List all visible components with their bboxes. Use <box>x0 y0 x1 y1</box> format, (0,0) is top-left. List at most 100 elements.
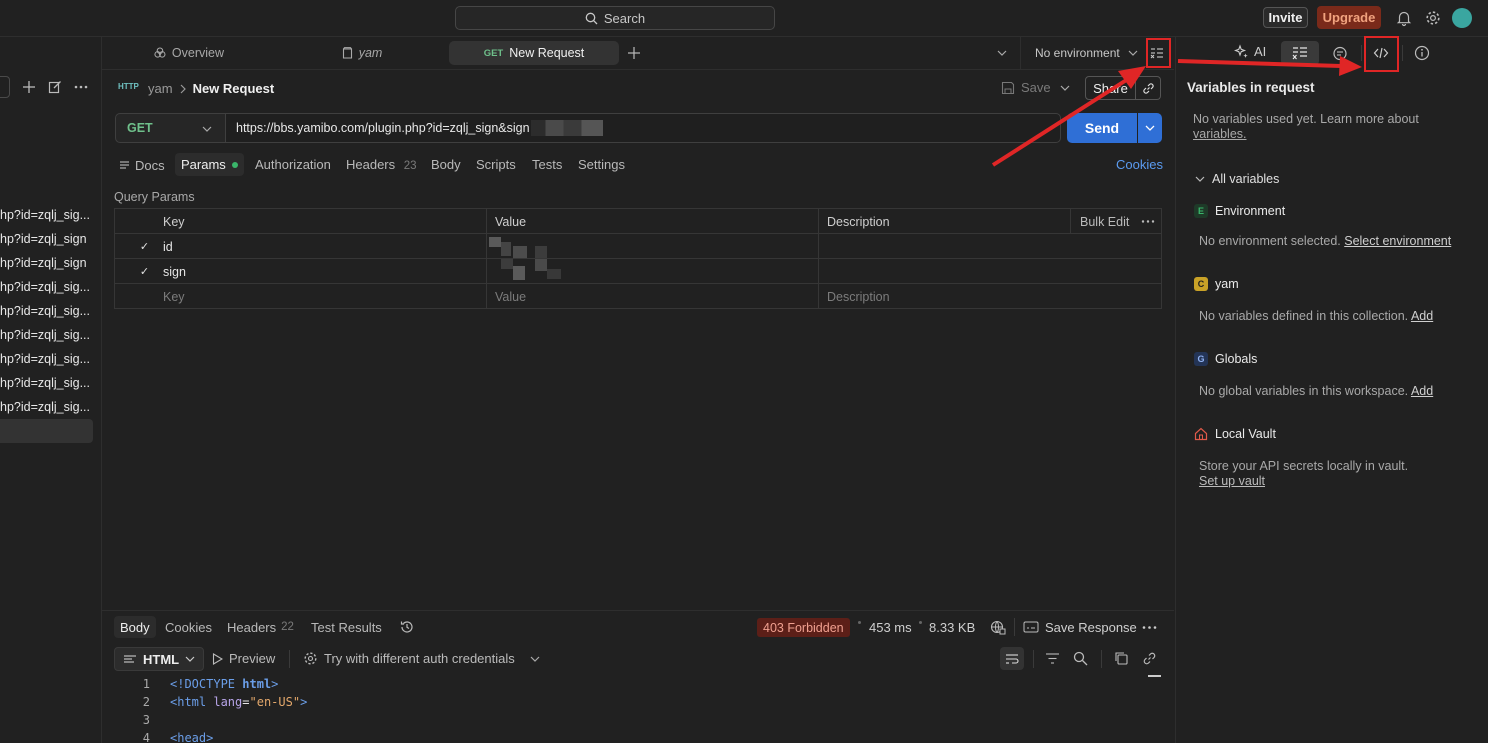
sidebar-item[interactable]: hp?id=zqlj_sig... <box>0 371 96 395</box>
response-size[interactable]: 8.33 KB <box>929 617 975 637</box>
info-icon[interactable] <box>1414 45 1430 61</box>
sidebar-item[interactable]: hp?id=zqlj_sig... <box>0 203 96 227</box>
search-icon[interactable] <box>1073 651 1088 666</box>
method-select[interactable]: GET <box>115 113 225 143</box>
tab-overview[interactable]: Overview <box>154 41 224 65</box>
save-button[interactable]: Save <box>1001 80 1051 95</box>
invite-button[interactable]: Invite <box>1263 7 1308 28</box>
save-icon <box>1001 81 1015 94</box>
status-badge[interactable]: 403 Forbidden <box>757 618 850 637</box>
param-key[interactable]: sign <box>163 259 186 284</box>
redacted-value <box>513 246 527 258</box>
sidebar-item[interactable]: hp?id=zqlj_sign <box>0 227 96 251</box>
tab-new-request[interactable]: GET New Request <box>449 41 619 65</box>
chevron-down-icon[interactable] <box>530 655 540 663</box>
redacted-value <box>535 246 547 258</box>
wrap-lines-button[interactable] <box>1000 647 1024 670</box>
link-icon[interactable] <box>1142 651 1157 666</box>
search-bar[interactable]: Search <box>455 6 775 30</box>
history-icon[interactable] <box>399 619 415 635</box>
response-tab-cookies[interactable]: Cookies <box>165 617 212 637</box>
add-collection-var-link[interactable]: Add <box>1411 309 1433 323</box>
response-tab-headers[interactable]: Headers 22 <box>227 617 294 637</box>
variables-docs-link[interactable]: variables. <box>1193 127 1247 141</box>
response-headers-label: Headers <box>227 619 277 635</box>
bulk-edit-button[interactable]: Bulk Edit <box>1080 209 1129 234</box>
upgrade-button[interactable]: Upgrade <box>1317 6 1381 29</box>
chevron-right-icon <box>180 84 186 93</box>
tab-yam[interactable]: yam <box>340 41 384 65</box>
variables-panel-button[interactable] <box>1281 41 1319 65</box>
response-format-select[interactable]: HTML <box>114 647 205 671</box>
response-time[interactable]: 453 ms <box>869 617 912 637</box>
description-placeholder[interactable]: Description <box>827 284 890 309</box>
code-line[interactable]: <html lang="en-US"> <box>170 694 307 710</box>
ai-button[interactable]: AI <box>1234 44 1266 59</box>
gear-icon[interactable] <box>1424 9 1442 27</box>
tab-params[interactable]: Params <box>175 153 244 176</box>
tab-headers[interactable]: Headers 23 <box>346 157 417 173</box>
scrollbar[interactable] <box>1148 675 1161 677</box>
sidebar-item[interactable]: hp?id=zqlj_sig... <box>0 275 96 299</box>
cookies-link[interactable]: Cookies <box>1116 157 1163 173</box>
tab-tests[interactable]: Tests <box>532 157 562 173</box>
code-line[interactable]: <!DOCTYPE html> <box>170 676 278 692</box>
response-tab-body[interactable]: Body <box>114 616 156 638</box>
new-tab-icon[interactable] <box>627 46 641 60</box>
environment-selector[interactable]: No environment <box>1035 46 1138 60</box>
sidebar-item[interactable]: hp?id=zqlj_sign <box>0 251 96 275</box>
code-line[interactable]: <head> <box>170 730 213 743</box>
chevron-down-icon <box>1195 176 1205 182</box>
row-checkbox[interactable]: ✓ <box>138 234 151 259</box>
tab-scripts[interactable]: Scripts <box>476 157 516 173</box>
setup-vault-link[interactable]: Set up vault <box>1199 474 1265 488</box>
preview-button[interactable]: Preview <box>212 651 275 666</box>
breadcrumb-collection[interactable]: yam <box>148 81 173 96</box>
row-checkbox[interactable]: ✓ <box>138 259 151 284</box>
avatar[interactable] <box>1452 8 1472 28</box>
play-icon <box>212 652 223 665</box>
tab-settings[interactable]: Settings <box>578 157 625 173</box>
comment-icon[interactable] <box>1332 46 1348 62</box>
edit-icon[interactable] <box>48 80 62 94</box>
copy-icon[interactable] <box>1114 651 1129 666</box>
table-row-placeholder[interactable]: Key Value Description <box>115 284 1161 309</box>
sidebar-search-input[interactable] <box>0 76 10 98</box>
copy-link-button[interactable] <box>1136 76 1161 100</box>
chevron-down-icon[interactable] <box>1060 84 1070 92</box>
check-icon: ✓ <box>139 241 150 253</box>
more-icon[interactable] <box>1141 219 1155 224</box>
auth-credentials-button[interactable]: Try with different auth credentials <box>303 651 515 666</box>
sidebar-item[interactable]: hp?id=zqlj_sig... <box>0 299 96 323</box>
tab-authorization[interactable]: Authorization <box>255 157 331 173</box>
filter-icon[interactable] <box>1045 652 1060 665</box>
sidebar-item[interactable]: hp?id=zqlj_sig... <box>0 347 96 371</box>
add-global-var-link[interactable]: Add <box>1411 384 1433 398</box>
response-tab-test-results[interactable]: Test Results <box>311 617 382 637</box>
tab-body[interactable]: Body <box>431 157 461 173</box>
save-response-button[interactable]: Save Response <box>1023 617 1137 637</box>
gear-icon <box>304 652 317 665</box>
url-input[interactable]: https://bbs.yamibo.com/plugin.php?id=zql… <box>225 113 1061 143</box>
param-key[interactable]: id <box>163 234 173 259</box>
network-icon[interactable] <box>990 619 1006 635</box>
send-button[interactable]: Send <box>1067 113 1137 143</box>
tab-docs[interactable]: Docs <box>119 157 165 173</box>
all-variables-toggle[interactable]: All variables <box>1195 172 1279 186</box>
plus-icon[interactable] <box>22 80 36 94</box>
query-params-title: Query Params <box>114 190 195 204</box>
sidebar-item[interactable]: hp?id=zqlj_sig... <box>0 395 96 419</box>
chevron-down-icon[interactable] <box>997 49 1007 57</box>
select-environment-link[interactable]: Select environment <box>1344 234 1451 248</box>
share-button[interactable]: Share <box>1085 76 1136 100</box>
bell-icon[interactable] <box>1395 9 1413 27</box>
divider <box>1033 650 1034 668</box>
sidebar-selected-item[interactable] <box>0 419 93 443</box>
more-icon[interactable] <box>1142 625 1157 630</box>
send-options-button[interactable] <box>1138 113 1162 143</box>
key-placeholder[interactable]: Key <box>163 284 185 309</box>
sidebar-item[interactable]: hp?id=zqlj_sig... <box>0 323 96 347</box>
value-placeholder[interactable]: Value <box>495 284 526 309</box>
more-icon[interactable] <box>73 80 89 94</box>
sidebar: hp?id=zqlj_sig... hp?id=zqlj_sign hp?id=… <box>0 37 102 743</box>
